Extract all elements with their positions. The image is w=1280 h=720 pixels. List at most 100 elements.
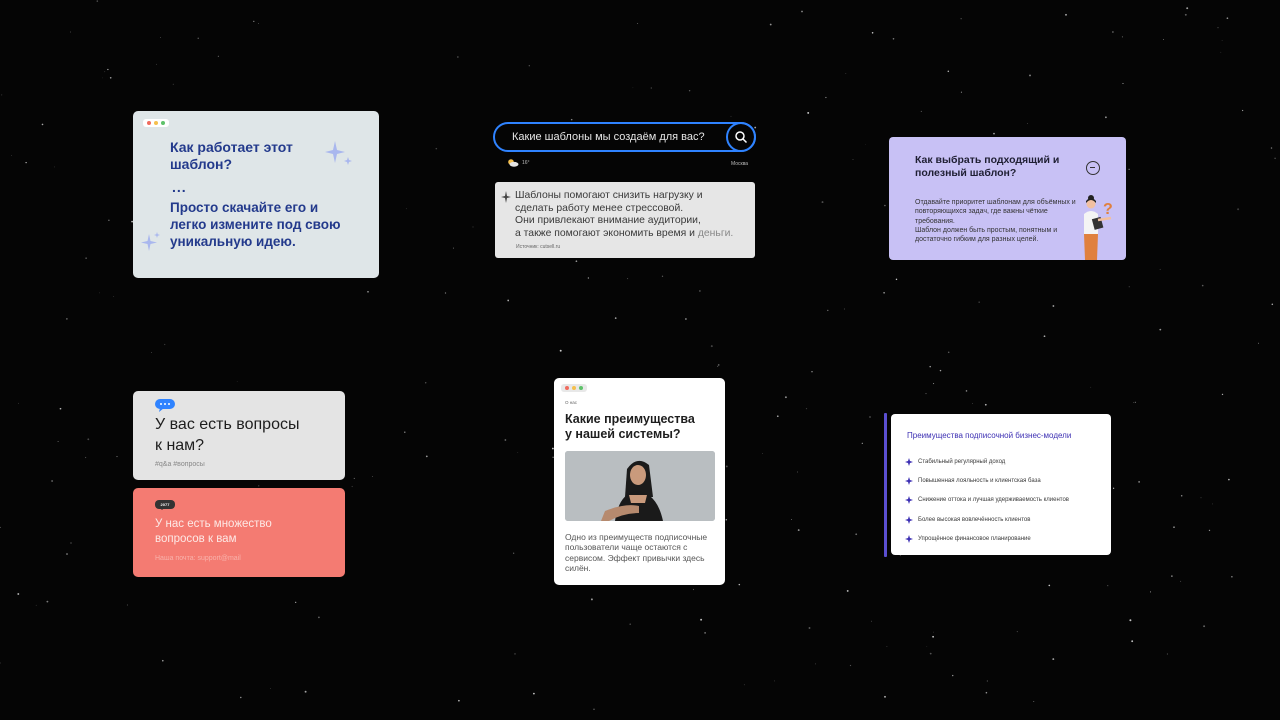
card-text: Одно из преимуществ подписочные пользова… [565,532,708,573]
star [85,257,87,259]
many-questions-card: 2077 У нас есть множество вопросов к вам… [133,488,345,577]
list-item: Упрощённое финансовое планирование [905,529,1069,548]
star [353,477,355,479]
search-button[interactable] [726,122,756,152]
list-item: Повышенная лояльность и клиентская база [905,471,1069,490]
star [932,635,934,638]
star [452,247,454,249]
star [1258,342,1259,344]
star [796,471,798,473]
section-label: О нас [565,400,577,405]
search-bar[interactable]: Какие шаблоны мы создаём для вас? [493,122,756,152]
search-answer-card: Шаблоны помогают снизить нагрузку и сдел… [495,182,755,258]
questions-card: У вас есть вопросы к нам? #q&a #вопросы [133,391,345,480]
source-label: Источник: cutsell.ru [516,244,561,250]
star [1221,40,1223,42]
star [156,63,157,65]
star [629,623,631,625]
star [1112,487,1115,489]
star [797,529,800,532]
temperature: 16° [522,159,530,166]
star [805,407,808,410]
star [11,154,12,156]
star [1133,402,1135,403]
star [0,662,1,664]
star [692,588,695,591]
star [929,652,932,655]
star [869,416,871,418]
star [637,23,639,24]
star [1271,303,1274,306]
star [1162,38,1165,41]
star [846,589,849,592]
star [1159,328,1162,331]
sparkle-icon [905,496,913,505]
star [808,627,811,629]
star [295,601,297,603]
star [1166,653,1168,655]
star [87,438,90,441]
star [965,390,968,392]
search-icon [735,131,748,144]
star [627,278,629,280]
badge: 2077 [155,500,175,510]
collapse-icon[interactable] [1086,161,1100,175]
star [472,226,474,228]
star [1128,168,1130,170]
window-dots [561,384,587,392]
star [504,439,507,441]
star [1065,13,1067,16]
search-input[interactable]: Какие шаблоны мы создаём для вас? [512,131,705,143]
star [849,664,852,667]
star [1121,36,1123,38]
card-title: Как выбрать подходящий и полезный шаблон… [915,154,1060,179]
star [1270,147,1273,149]
star [1171,575,1173,577]
star [1173,526,1175,528]
star [939,369,942,372]
star [258,485,260,487]
star [1129,619,1132,622]
star [717,365,719,367]
list-item: Снижение оттока и лучшая удерживаемость … [905,491,1069,510]
answer-text: Шаблоны помогают снизить нагрузку и сдел… [515,190,734,239]
card-title: У вас есть вопросы к нам? [155,416,300,454]
weather-widget: 16° [507,158,530,167]
star [984,403,987,406]
star [865,144,866,145]
template-info-card: Как работает этот шаблон? ... Просто ска… [133,111,379,278]
star [1203,625,1206,628]
star [661,275,664,277]
star [776,415,779,418]
star [827,309,829,312]
star [84,456,87,459]
star [59,407,62,410]
star [424,382,427,384]
star [754,126,757,129]
star [1131,640,1134,643]
star [1180,580,1182,582]
star [1052,305,1055,307]
star [1027,122,1028,124]
card-body: Отдавайте приоритет шаблонам для объёмны… [915,199,1076,244]
star [884,695,886,698]
star [107,68,109,71]
star [972,403,974,404]
star [197,37,199,39]
star [1112,31,1114,33]
star [570,118,573,121]
star [717,364,720,366]
star [1208,529,1211,532]
sparkle-icon [905,457,913,466]
star [710,345,713,348]
star [762,453,764,454]
star [66,318,68,320]
star [18,402,19,404]
star [1274,157,1276,160]
sparkle-icon [141,232,160,251]
star [978,301,980,303]
star [1180,494,1183,497]
advantages-card: О нас Какие преимущества у нашей системы… [554,378,725,585]
star [270,688,271,689]
star [1201,284,1204,287]
